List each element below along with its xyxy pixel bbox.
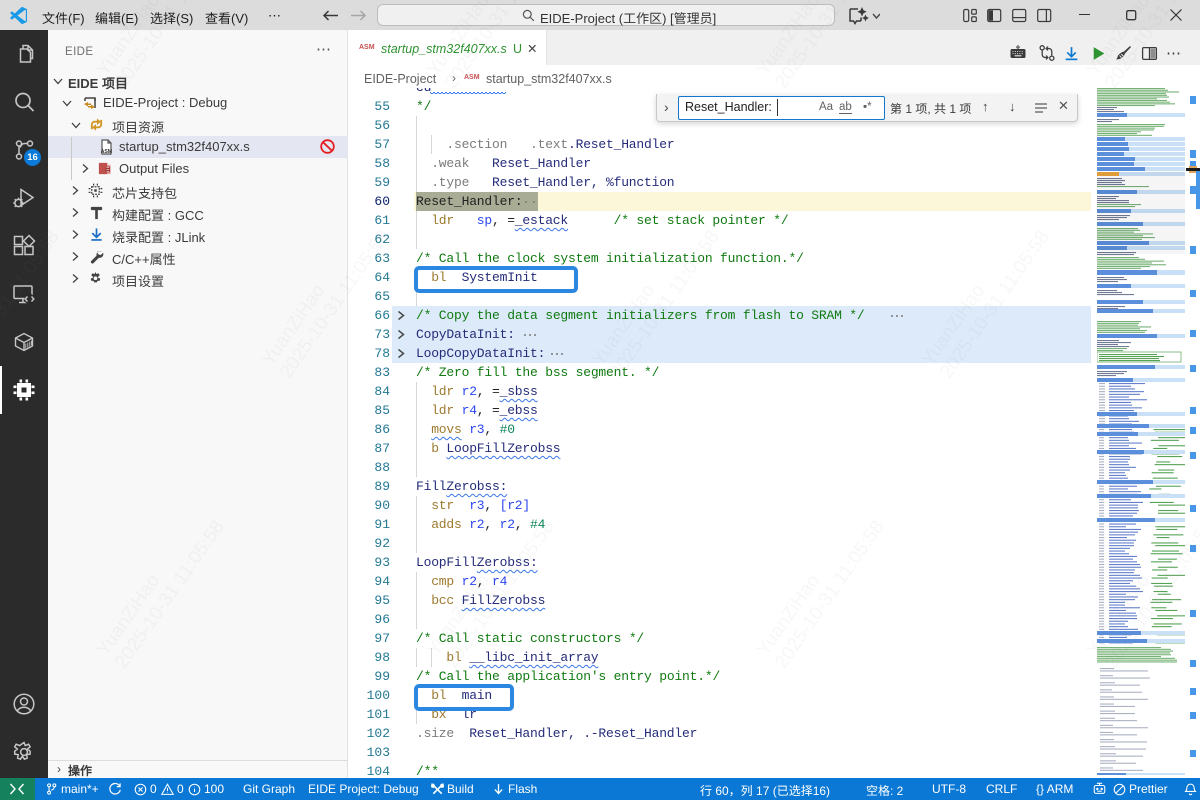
svg-text:ASM: ASM xyxy=(101,149,113,155)
